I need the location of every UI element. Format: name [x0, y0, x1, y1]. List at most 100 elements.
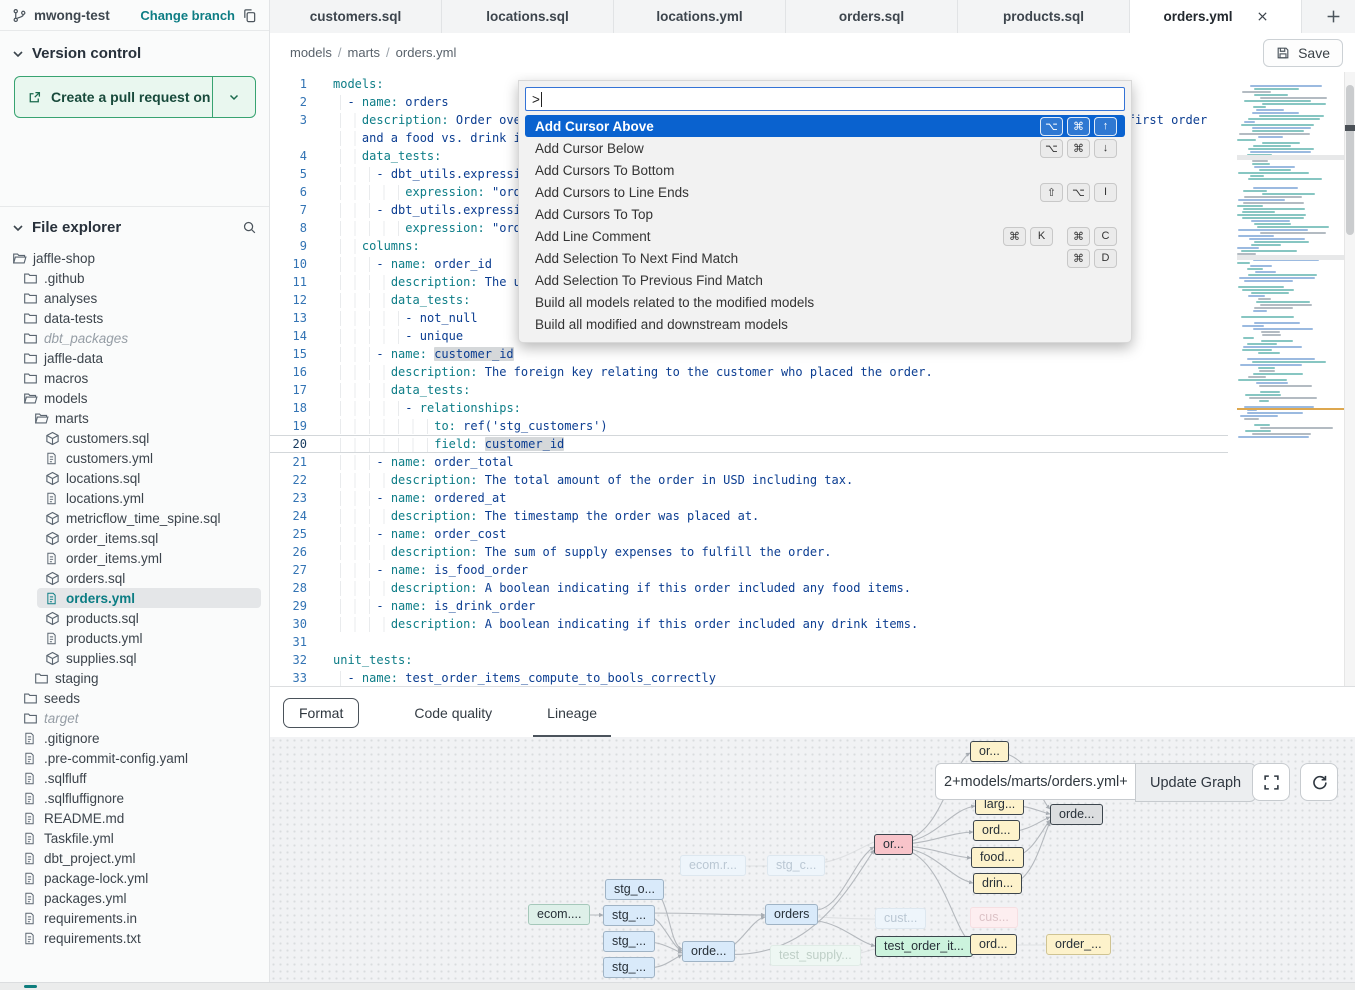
tree-item-locations-sql[interactable]: locations.sql [37, 468, 261, 488]
create-pr-button[interactable]: Create a pull request on Git... [14, 76, 256, 118]
lineage-node-cus_pink_f[interactable]: cus... [970, 907, 1018, 928]
format-button[interactable]: Format [283, 698, 359, 728]
palette-item-add-selection-to-next-find-match[interactable]: Add Selection To Next Find Match⌘D [525, 247, 1125, 269]
palette-item-add-cursors-to-line-ends[interactable]: Add Cursors to Line Ends⇧⌥I [525, 181, 1125, 203]
pr-dropdown-caret[interactable] [212, 77, 255, 117]
code-line[interactable]: 18- relationships: [270, 399, 1228, 417]
tab-orders-yml[interactable]: orders.yml [1130, 0, 1302, 34]
code-line[interactable]: 23- name: ordered_at [270, 489, 1228, 507]
code-line[interactable]: 15- name: customer_id [270, 345, 1228, 363]
lineage-node-orde_gray[interactable]: orde... [1050, 804, 1103, 825]
code-line[interactable]: 17data_tests: [270, 381, 1228, 399]
minimap[interactable] [1237, 85, 1345, 451]
save-button[interactable]: Save [1263, 39, 1343, 67]
lineage-node-ecom_raw[interactable]: ecom.... [528, 904, 590, 925]
lineage-node-stg_c[interactable]: stg_... [603, 957, 655, 978]
panel-tab-lineage[interactable]: Lineage [547, 687, 597, 738]
code-line[interactable]: 27- name: is_food_order [270, 561, 1228, 579]
tree-item-package-lock-yml[interactable]: package-lock.yml [15, 868, 261, 888]
palette-item-add-selection-to-previous-find-match[interactable]: Add Selection To Previous Find Match [525, 269, 1125, 291]
tree-item-order-items-yml[interactable]: order_items.yml [37, 548, 261, 568]
panel-tab-code-quality[interactable]: Code quality [414, 687, 492, 738]
lineage-node-y_drin[interactable]: drin... [973, 873, 1022, 894]
update-graph-button[interactable]: Update Graph [1135, 763, 1256, 802]
tree-item--pre-commit-config-yaml[interactable]: .pre-commit-config.yaml [15, 748, 261, 768]
tree-item-requirements-in[interactable]: requirements.in [15, 908, 261, 928]
tab-customers-sql[interactable]: customers.sql [270, 0, 442, 33]
version-control-header[interactable]: Version control [0, 31, 269, 70]
tree-item-order-items-sql[interactable]: order_items.sql [37, 528, 261, 548]
lineage-node-stg_b[interactable]: stg_... [603, 931, 655, 952]
copy-icon[interactable] [242, 8, 257, 23]
tree-item-packages-yml[interactable]: packages.yml [15, 888, 261, 908]
code-line[interactable]: 33- name: test_order_items_compute_to_bo… [270, 669, 1228, 686]
palette-item-add-cursors-to-top[interactable]: Add Cursors To Top [525, 203, 1125, 225]
tree-item-metricflow-time-spine-sql[interactable]: metricflow_time_spine.sql [37, 508, 261, 528]
palette-item-add-cursor-below[interactable]: Add Cursor Below⌥⌘↓ [525, 137, 1125, 159]
lineage-node-cust_f[interactable]: cust... [875, 908, 926, 929]
scrollbar-thumb[interactable] [1346, 85, 1354, 235]
tree-item-seeds[interactable]: seeds [15, 688, 261, 708]
lineage-node-test_supply_f[interactable]: test_supply... [770, 945, 861, 966]
lineage-node-ecom_r_f[interactable]: ecom.r... [680, 855, 746, 876]
palette-item-build-all-modified-and-downstream-models[interactable]: Build all modified and downstream models [525, 313, 1125, 335]
new-tab-button[interactable] [1311, 0, 1355, 33]
change-branch-link[interactable]: Change branch [140, 8, 235, 23]
lineage-canvas[interactable]: ecom....stg_o...stg_...stg_...stg_...ord… [270, 737, 1355, 982]
lineage-node-stg_a[interactable]: stg_... [603, 905, 655, 926]
tree-item-models[interactable]: models [15, 388, 261, 408]
palette-item-add-cursors-to-bottom[interactable]: Add Cursors To Bottom [525, 159, 1125, 181]
tree-item-dbt-project-yml[interactable]: dbt_project.yml [15, 848, 261, 868]
refresh-button[interactable] [1300, 763, 1338, 801]
tree-item--github[interactable]: .github [15, 268, 261, 288]
lineage-selector-input[interactable]: 2+models/marts/orders.yml+ [935, 763, 1135, 800]
tree-item-customers-sql[interactable]: customers.sql [37, 428, 261, 448]
tree-item-readme-md[interactable]: README.md [15, 808, 261, 828]
tree-item-macros[interactable]: macros [15, 368, 261, 388]
tab-locations-sql[interactable]: locations.sql [442, 0, 614, 33]
code-line[interactable]: 22description: The total amount of the o… [270, 471, 1228, 489]
tree-item-requirements-txt[interactable]: requirements.txt [15, 928, 261, 948]
lineage-node-y_or_top[interactable]: or... [970, 741, 1009, 762]
tree-item-staging[interactable]: staging [26, 668, 261, 688]
tab-products-sql[interactable]: products.sql [958, 0, 1130, 33]
code-line[interactable]: 24description: The timestamp the order w… [270, 507, 1228, 525]
tree-item-dbt-packages[interactable]: dbt_packages [15, 328, 261, 348]
code-line[interactable]: 31 [270, 633, 1228, 651]
breadcrumb-part[interactable]: models [290, 45, 332, 60]
lineage-node-test_order[interactable]: test_order_it... [875, 936, 973, 957]
code-line[interactable]: 28description: A boolean indicating if t… [270, 579, 1228, 597]
palette-item-add-line-comment[interactable]: Add Line Comment⌘K⌘C [525, 225, 1125, 247]
search-icon[interactable] [242, 220, 257, 235]
file-explorer-header[interactable]: File explorer [0, 207, 269, 244]
code-line[interactable]: 26description: The sum of supply expense… [270, 543, 1228, 561]
palette-item-build-all-models-related-to-the-modified-models[interactable]: Build all models related to the modified… [525, 291, 1125, 313]
tree-item-supplies-sql[interactable]: supplies.sql [37, 648, 261, 668]
lineage-node-order_y[interactable]: order_... [1046, 934, 1111, 955]
lineage-node-order_items[interactable]: orde... [682, 941, 735, 962]
tree-item--gitignore[interactable]: .gitignore [15, 728, 261, 748]
tree-item-jaffle-data[interactable]: jaffle-data [15, 348, 261, 368]
tab-orders-sql[interactable]: orders.sql [786, 0, 958, 33]
code-line[interactable]: 19to: ref('stg_customers') [270, 417, 1228, 435]
close-icon[interactable] [1257, 11, 1268, 22]
code-line-active[interactable]: 20field: customer_id [270, 435, 1228, 453]
tree-item-locations-yml[interactable]: locations.yml [37, 488, 261, 508]
tree-item--sqlfluff[interactable]: .sqlfluff [15, 768, 261, 788]
lineage-node-y_food[interactable]: food... [971, 847, 1024, 868]
code-line[interactable]: 16description: The foreign key relating … [270, 363, 1228, 381]
tree-item-data-tests[interactable]: data-tests [15, 308, 261, 328]
tree-item-marts[interactable]: marts [26, 408, 261, 428]
breadcrumb-part[interactable]: orders.yml [396, 45, 457, 60]
lineage-node-stg_orders[interactable]: stg_o... [605, 879, 664, 900]
code-line[interactable]: 30description: A boolean indicating if t… [270, 615, 1228, 633]
code-line[interactable]: 32unit_tests: [270, 651, 1228, 669]
tree-item-customers-yml[interactable]: customers.yml [37, 448, 261, 468]
tree-item--sqlfluffignore[interactable]: .sqlfluffignore [15, 788, 261, 808]
palette-item-add-cursor-above[interactable]: Add Cursor Above⌥⌘↑ [525, 115, 1125, 137]
lineage-node-orders[interactable]: orders [765, 904, 818, 925]
code-editor[interactable]: 1models:2- name: orders3description: Ord… [270, 72, 1355, 686]
tree-item-products-yml[interactable]: products.yml [37, 628, 261, 648]
tree-item-analyses[interactable]: analyses [15, 288, 261, 308]
editor-scrollbar[interactable] [1344, 72, 1355, 686]
